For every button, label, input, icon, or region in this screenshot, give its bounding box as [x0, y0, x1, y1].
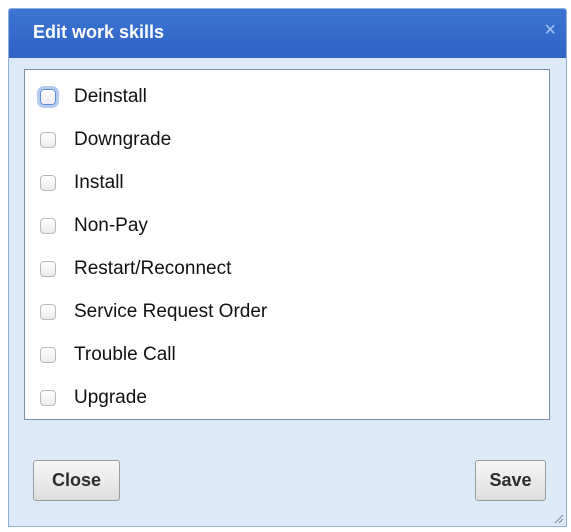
- close-button[interactable]: Close: [33, 460, 120, 501]
- skill-label: Trouble Call: [74, 344, 176, 365]
- skill-checkbox[interactable]: [40, 218, 56, 234]
- save-button[interactable]: Save: [475, 460, 546, 501]
- skill-checkbox[interactable]: [40, 89, 56, 105]
- skill-label: Non-Pay: [74, 215, 148, 236]
- skill-checkbox[interactable]: [40, 304, 56, 320]
- dialog-title: Edit work skills: [33, 22, 165, 42]
- skill-checkbox[interactable]: [40, 261, 56, 277]
- skill-item-trouble-call[interactable]: Trouble Call: [40, 341, 176, 369]
- skill-item-upgrade[interactable]: Upgrade: [40, 384, 147, 412]
- skill-checkbox[interactable]: [40, 347, 56, 363]
- skill-label: Service Request Order: [74, 301, 268, 322]
- skill-label: Install: [74, 172, 124, 193]
- skill-item-downgrade[interactable]: Downgrade: [40, 126, 171, 154]
- skill-item-deinstall[interactable]: Deinstall: [40, 83, 147, 111]
- skill-label: Upgrade: [74, 387, 147, 408]
- skill-item-service-request-order[interactable]: Service Request Order: [40, 298, 267, 326]
- skill-label: Restart/Reconnect: [74, 258, 232, 279]
- resize-grip-icon[interactable]: [554, 514, 564, 524]
- dialog-titlebar[interactable]: Edit work skills ×: [9, 9, 566, 58]
- skill-item-install[interactable]: Install: [40, 169, 124, 197]
- close-icon[interactable]: ×: [544, 20, 556, 40]
- skill-checkbox[interactable]: [40, 132, 56, 148]
- skill-label: Deinstall: [74, 86, 147, 107]
- skill-checkbox[interactable]: [40, 175, 56, 191]
- skill-label: Downgrade: [74, 129, 172, 150]
- edit-work-skills-dialog: Edit work skills × Deinstall Downgrade I…: [8, 8, 567, 527]
- skills-list: Deinstall Downgrade Install Non-Pay Rest…: [24, 69, 550, 420]
- skill-item-restart-reconnect[interactable]: Restart/Reconnect: [40, 255, 231, 283]
- skill-item-non-pay[interactable]: Non-Pay: [40, 212, 148, 240]
- skill-checkbox[interactable]: [40, 390, 56, 406]
